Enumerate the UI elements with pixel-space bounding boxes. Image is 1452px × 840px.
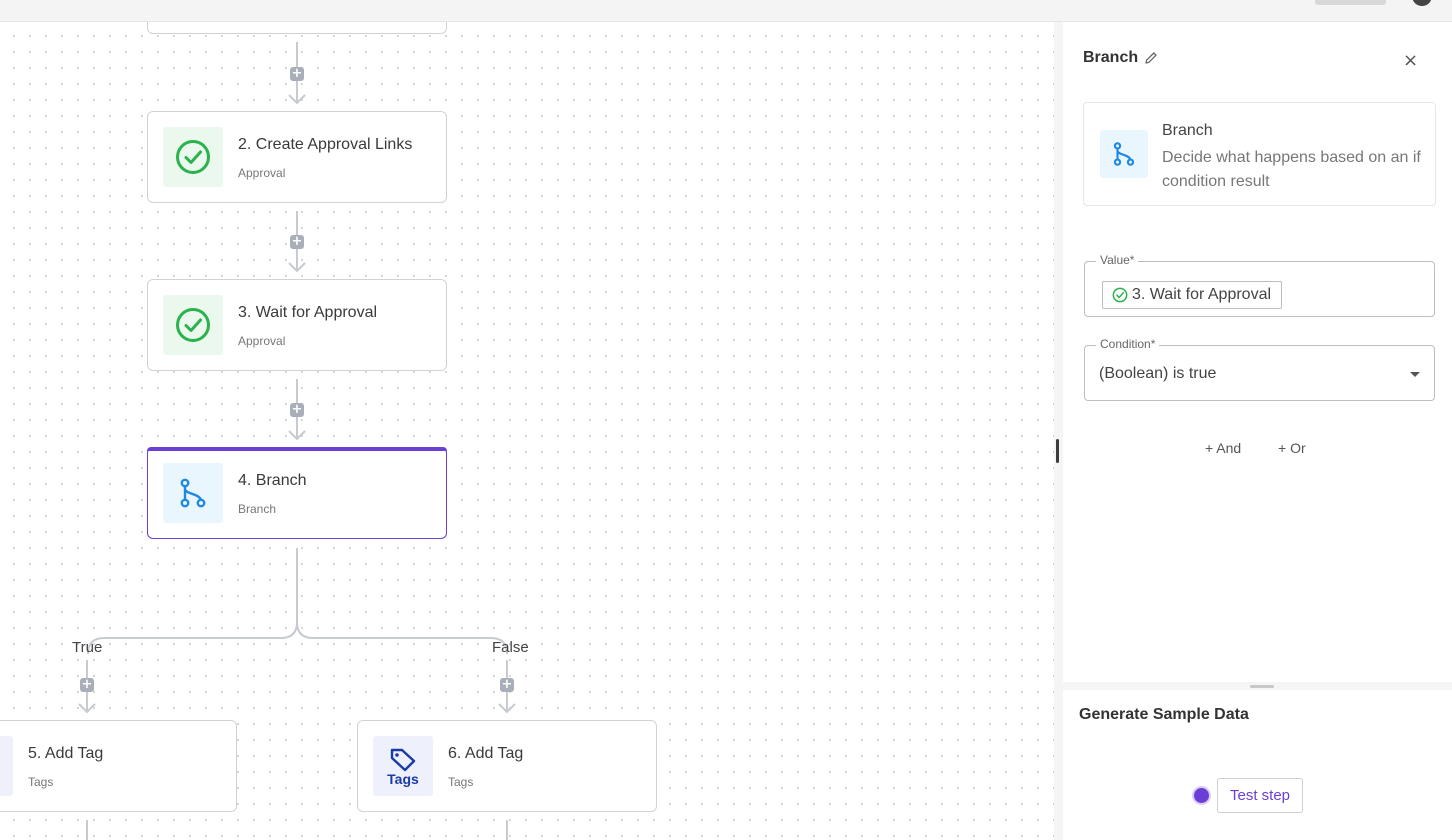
node-icon-box: Tags bbox=[373, 736, 433, 796]
app-description: Decide what happens based on an if condi… bbox=[1162, 149, 1421, 190]
add-and-condition-button[interactable]: + And bbox=[1205, 440, 1241, 456]
add-step-button[interactable]: + bbox=[290, 67, 304, 81]
workflow-node-1[interactable] bbox=[147, 22, 447, 34]
tag-icon bbox=[390, 748, 416, 772]
app-info-card: Branch Decide what happens based on an i… bbox=[1083, 102, 1436, 206]
top-bar bbox=[0, 0, 1452, 22]
node-icon-box bbox=[163, 295, 223, 355]
arrow-down-icon bbox=[288, 430, 306, 441]
app-icon-box bbox=[1100, 130, 1148, 178]
condition-value: (Boolean) is true bbox=[1099, 365, 1217, 382]
value-field[interactable]: Value* 3. Wait for Approval bbox=[1084, 253, 1435, 317]
node-subtitle: Tags bbox=[28, 775, 54, 789]
branch-label-false: False bbox=[492, 639, 529, 656]
step-settings-panel: Branch × Branch Decide what happens base… bbox=[1063, 22, 1452, 682]
branch-icon bbox=[1113, 142, 1135, 166]
tags-icon-text: Tags bbox=[387, 771, 419, 787]
node-title: 3. Wait for Approval bbox=[238, 304, 378, 321]
panel-title-text[interactable]: Branch bbox=[1083, 49, 1138, 67]
connector-line bbox=[86, 820, 88, 840]
top-bar-button[interactable] bbox=[1315, 0, 1386, 5]
check-circle-icon bbox=[176, 308, 210, 342]
test-step-button[interactable]: Test step bbox=[1217, 778, 1303, 813]
node-subtitle: Tags bbox=[448, 775, 474, 789]
workflow-node-create-approval-links[interactable]: 2. Create Approval Links Approval bbox=[147, 111, 447, 203]
app-name: Branch bbox=[1162, 122, 1213, 139]
status-dot bbox=[1194, 788, 1209, 803]
branch-label-true: True bbox=[72, 639, 103, 656]
condition-select[interactable]: Condition* (Boolean) is true bbox=[1084, 337, 1435, 401]
node-subtitle: Approval bbox=[238, 334, 286, 348]
value-chip[interactable]: 3. Wait for Approval bbox=[1102, 281, 1283, 309]
check-circle-icon bbox=[1112, 287, 1128, 303]
add-step-button[interactable]: + bbox=[290, 403, 304, 417]
close-icon[interactable]: × bbox=[1403, 50, 1418, 71]
workflow-node-add-tag-true[interactable]: 5. Add Tag Tags bbox=[0, 720, 237, 812]
value-field-label: Value* bbox=[1096, 253, 1139, 267]
node-subtitle: Approval bbox=[238, 166, 286, 180]
node-title: 5. Add Tag bbox=[28, 745, 104, 762]
node-subtitle: Branch bbox=[238, 502, 277, 516]
add-or-condition-button[interactable]: + Or bbox=[1278, 440, 1306, 456]
node-title: 6. Add Tag bbox=[448, 745, 524, 762]
add-step-button[interactable]: + bbox=[500, 678, 514, 692]
node-icon-box bbox=[0, 736, 13, 796]
section-resize-handle[interactable] bbox=[1250, 685, 1274, 688]
avatar[interactable] bbox=[1412, 0, 1432, 6]
panel-title: Branch bbox=[1083, 49, 1158, 67]
sample-data-title: Generate Sample Data bbox=[1079, 706, 1249, 723]
workflow-canvas[interactable]: + 2. Create Approval Links Approval + 3.… bbox=[0, 22, 1054, 840]
check-circle-icon bbox=[176, 140, 210, 174]
workflow-node-branch[interactable]: 4. Branch Branch bbox=[147, 447, 447, 539]
workflow-node-add-tag-false[interactable]: Tags 6. Add Tag Tags bbox=[357, 720, 657, 812]
arrow-down-icon bbox=[288, 262, 306, 273]
node-icon-box bbox=[163, 463, 223, 523]
pencil-icon[interactable] bbox=[1144, 51, 1158, 65]
node-icon-box bbox=[163, 127, 223, 187]
workflow-node-wait-for-approval[interactable]: 3. Wait for Approval Approval bbox=[147, 279, 447, 371]
chevron-down-icon[interactable] bbox=[1410, 372, 1420, 377]
connector-line bbox=[506, 820, 508, 840]
arrow-down-icon bbox=[498, 703, 516, 714]
panel-resize-handle[interactable] bbox=[1056, 439, 1059, 463]
branch-icon bbox=[180, 478, 206, 508]
node-title: 2. Create Approval Links bbox=[238, 136, 413, 153]
value-chip-label: 3. Wait for Approval bbox=[1132, 286, 1272, 303]
add-step-button[interactable]: + bbox=[290, 235, 304, 249]
sample-data-section: Generate Sample Data Test step bbox=[1063, 690, 1452, 840]
arrow-down-icon bbox=[288, 94, 306, 105]
add-step-button[interactable]: + bbox=[80, 678, 94, 692]
condition-field-label: Condition* bbox=[1096, 337, 1160, 351]
node-title: 4. Branch bbox=[238, 472, 307, 489]
arrow-down-icon bbox=[78, 703, 96, 714]
